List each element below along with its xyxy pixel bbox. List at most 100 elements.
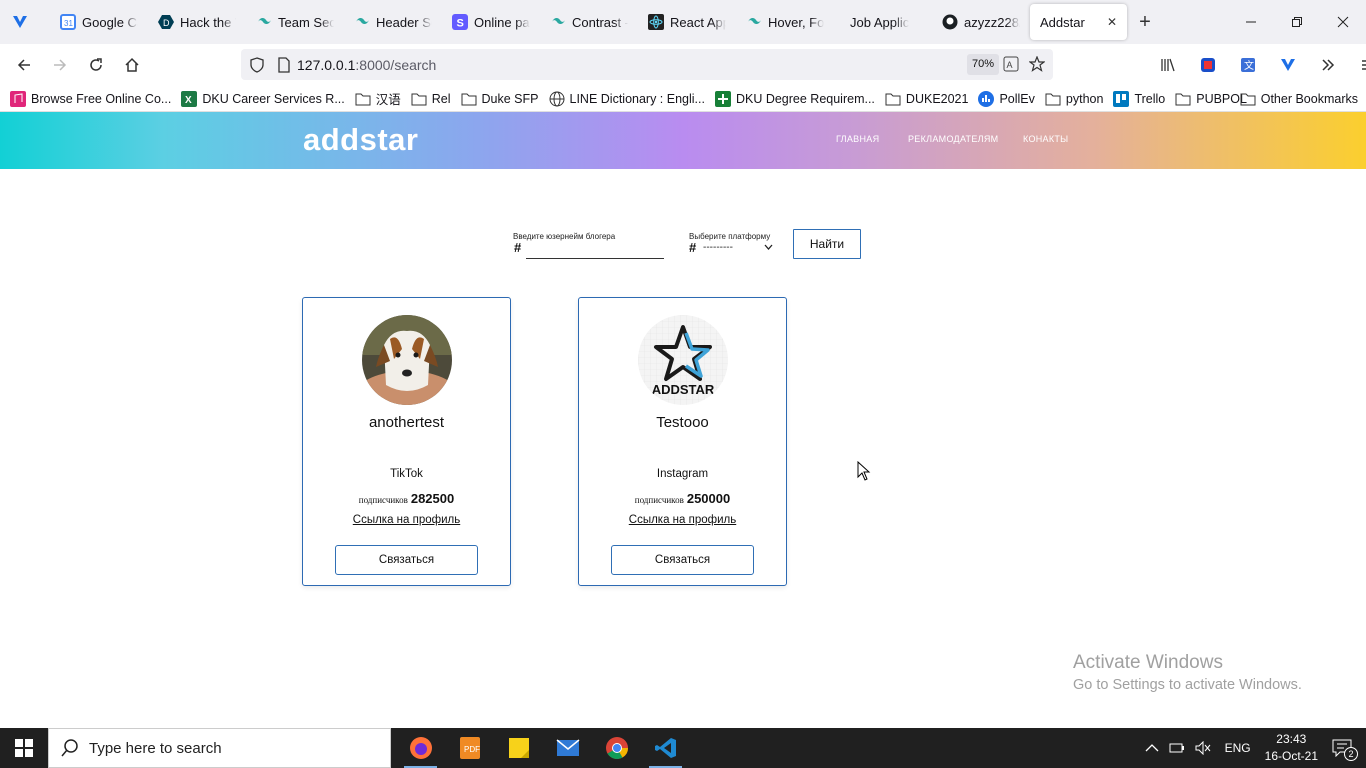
url-bar[interactable]: 127.0.0.1:8000/search 70% A (241, 49, 1053, 80)
url-path: :8000/search (355, 56, 437, 73)
close-window-button[interactable] (1320, 0, 1366, 44)
home-icon[interactable] (114, 49, 150, 81)
tab-label: azyzz228/d (964, 14, 1020, 30)
windows-start-icon[interactable] (0, 728, 48, 768)
windows-taskbar: Type here to search PDF ENG 23:43 16-Oct… (0, 728, 1366, 768)
tab-bar: 31 Google Ca D Hack the V Team Secti Header S… (0, 0, 1366, 44)
clock-time: 23:43 (1276, 732, 1307, 746)
profile-link-text[interactable]: Ссылка на профиль (629, 514, 736, 526)
bookmark-label: PollEv (999, 91, 1035, 106)
nav-link-advertisers[interactable]: РЕКЛАМОДАТЕЛЯМ (908, 134, 998, 144)
vscode-icon[interactable] (641, 728, 690, 768)
trello-icon (1113, 90, 1130, 107)
tab[interactable]: Contrast - (540, 4, 638, 40)
tab[interactable]: Job Applic (834, 4, 932, 40)
profile-link-text[interactable]: Ссылка на профиль (353, 514, 460, 526)
restore-button[interactable] (1274, 0, 1320, 44)
search-button[interactable]: Найти (793, 229, 861, 259)
tab[interactable]: D Hack the V (148, 4, 246, 40)
system-tray: ENG 23:43 16-Oct-21 2 (1145, 728, 1366, 768)
firefox-view-icon[interactable] (0, 0, 40, 44)
volume-muted-icon[interactable] (1195, 741, 1211, 755)
bookmark-item[interactable]: X DKU Career Services R... (181, 90, 345, 107)
blogger-card: anothertest TikTok подписчиков 282500 Ссы… (302, 297, 511, 586)
tab[interactable]: Header Sec (344, 4, 442, 40)
overflow-chevrons-icon[interactable] (1310, 49, 1346, 81)
bookmark-item[interactable]: PUBPOL (1175, 91, 1247, 107)
profile-link[interactable]: Ссылка на профиль (579, 514, 786, 526)
tab[interactable]: React App (638, 4, 736, 40)
bookmark-item[interactable]: Rel (411, 91, 451, 107)
contact-button[interactable]: Связаться (335, 545, 478, 575)
bookmark-item[interactable]: Duke SFP (461, 91, 539, 107)
firefox-icon[interactable] (396, 728, 445, 768)
app-menu-icon[interactable] (1350, 49, 1366, 81)
bookmark-item[interactable]: Trello (1113, 90, 1165, 107)
avatar-logo-text: ADDSTAR (652, 382, 715, 397)
svg-text:A: A (1007, 60, 1013, 70)
tab[interactable]: azyzz228/d (932, 4, 1030, 40)
nav-link-home[interactable]: ГЛАВНАЯ (836, 134, 879, 144)
forward-icon[interactable] (42, 49, 78, 81)
notification-count: 2 (1344, 747, 1358, 761)
blogger-platform: TikTok (390, 468, 423, 480)
zoom-indicator[interactable]: 70% (966, 54, 999, 75)
tailwind-icon (550, 14, 566, 30)
tab[interactable]: Hover, Foc (736, 4, 834, 40)
bookmark-item[interactable]: 汉语 (355, 89, 401, 108)
addstar-logo-icon: ADDSTAR (638, 315, 728, 405)
bookmark-item[interactable]: PollEv (978, 90, 1035, 107)
back-icon[interactable] (6, 49, 42, 81)
other-bookmarks-folder[interactable]: Other Bookmarks (1240, 91, 1358, 107)
bookmark-label: Rel (431, 91, 451, 106)
battery-icon[interactable] (1169, 741, 1185, 755)
activate-windows-watermark: Activate Windows Go to Settings to activ… (1073, 652, 1302, 693)
site-logo[interactable]: addstar (303, 122, 418, 158)
platform-hash: # (689, 240, 697, 255)
translate-extension-icon[interactable]: 文 (1230, 49, 1266, 81)
library-icon[interactable] (1150, 49, 1186, 81)
translate-icon[interactable]: A (1003, 56, 1019, 72)
tailwind-icon (354, 14, 370, 30)
clock[interactable]: 23:43 16-Oct-21 (1265, 731, 1318, 765)
tab-active[interactable]: Addstar ✕ (1030, 4, 1127, 40)
reload-icon[interactable] (78, 49, 114, 81)
sticky-notes-icon[interactable] (494, 728, 543, 768)
bookmark-item[interactable]: DUKE2021 (885, 91, 968, 107)
contact-button[interactable]: Связаться (611, 545, 754, 575)
tab[interactable]: 31 Google Ca (50, 4, 148, 40)
url-text[interactable]: 127.0.0.1:8000/search (297, 57, 436, 73)
clock-date: 16-Oct-21 (1264, 749, 1318, 763)
extension-v-icon[interactable] (1270, 49, 1306, 81)
tab[interactable]: S Online pay (442, 4, 540, 40)
chevron-up-icon[interactable] (1145, 743, 1159, 753)
tab[interactable]: Team Secti (246, 4, 344, 40)
svg-text:文: 文 (1244, 59, 1254, 72)
subscribers-value: 250000 (686, 491, 731, 506)
username-label: Введите юзернейм блогера (513, 232, 616, 241)
minimize-button[interactable] (1228, 0, 1274, 44)
bookmark-item[interactable]: DKU Degree Requirem... (714, 90, 875, 107)
chrome-icon[interactable] (592, 728, 641, 768)
language-indicator[interactable]: ENG (1225, 741, 1251, 755)
mail-icon[interactable] (543, 728, 592, 768)
username-input[interactable] (526, 242, 664, 259)
bookmark-item[interactable]: python (1045, 91, 1103, 107)
pdf-editor-icon[interactable]: PDF (445, 728, 494, 768)
tab-label: Header Sec (376, 14, 432, 30)
notifications-icon[interactable]: 2 (1332, 739, 1358, 761)
bookmark-star-icon[interactable] (1029, 56, 1045, 72)
extension-red-icon[interactable] (1190, 49, 1226, 81)
taskbar-search-box[interactable]: Type here to search (48, 728, 391, 768)
bookmark-item[interactable]: LINE Dictionary : Engli... (549, 91, 705, 107)
shield-icon[interactable] (249, 56, 265, 73)
svg-text:D: D (163, 18, 170, 28)
new-tab-button[interactable]: + (1127, 4, 1163, 40)
page-info-icon[interactable] (277, 56, 291, 73)
profile-link[interactable]: Ссылка на профиль (303, 514, 510, 526)
close-tab-icon[interactable]: ✕ (1107, 15, 1117, 29)
svg-text:S: S (457, 18, 464, 30)
bookmark-item[interactable]: Browse Free Online Co... (10, 90, 171, 107)
nav-link-contacts[interactable]: КОНАКТЫ (1023, 134, 1068, 144)
platform-select[interactable]: --------- (703, 239, 773, 255)
